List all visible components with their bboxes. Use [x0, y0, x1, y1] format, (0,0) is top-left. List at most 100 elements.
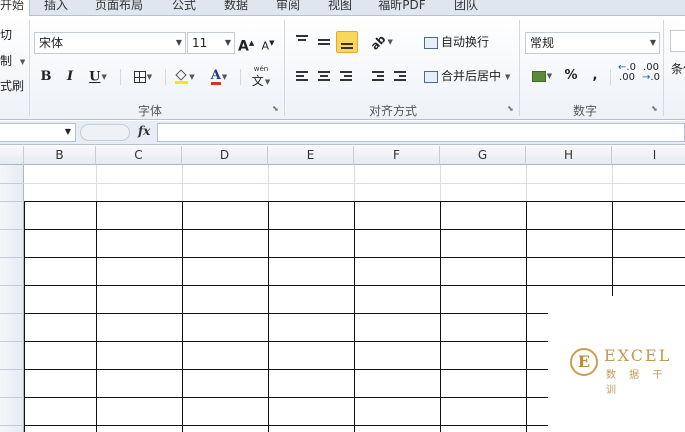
borders-icon	[133, 71, 146, 83]
insert-function-icon[interactable]: fx	[138, 124, 150, 138]
wrap-text-icon	[424, 36, 438, 49]
italic-button[interactable]: I	[62, 66, 78, 88]
cut-button[interactable]: 切	[0, 26, 12, 43]
gridline	[526, 165, 527, 201]
shrink-font-button[interactable]: A▼	[260, 32, 276, 54]
accounting-format-button[interactable]: ▼	[528, 65, 556, 87]
ribbon-tab-bar: 开始 插入 页面布局 公式 数据 审阅 视图 福昕PDF 团队	[0, 0, 685, 17]
chevron-down-icon[interactable]: ▼	[101, 73, 106, 81]
font-color-icon: A	[210, 67, 221, 85]
group-separator	[663, 20, 664, 116]
align-center-button[interactable]	[314, 65, 334, 87]
align-middle-button[interactable]	[314, 31, 334, 53]
select-all-corner[interactable]	[0, 146, 24, 165]
chevron-down-icon[interactable]: ▼	[65, 127, 71, 136]
row-header-column[interactable]	[0, 165, 24, 432]
phonetic-icon: wén	[253, 65, 269, 73]
tab-view[interactable]: 视图	[318, 0, 362, 16]
ribbon: 切 制 ▼ 式刷 宋体 ▼ 11 ▼ A▲ A▼ B I U▼ ▼ ▼ A▼ w…	[0, 16, 685, 120]
column-header-h[interactable]: H	[526, 146, 612, 165]
percent-style-button[interactable]: %	[562, 65, 580, 87]
formula-bar-controls	[80, 124, 130, 141]
increase-indent-button[interactable]	[390, 65, 410, 87]
chevron-down-icon[interactable]: ▼	[225, 33, 231, 53]
conditional-formatting-button[interactable]: 条件	[671, 58, 685, 80]
chevron-down-icon[interactable]: ▼	[147, 73, 152, 81]
align-bottom-icon	[341, 41, 353, 51]
copy-button[interactable]: 制 ▼	[0, 52, 25, 69]
number-format-value: 常规	[530, 36, 555, 50]
row-header-divider	[0, 341, 24, 342]
tab-review[interactable]: 审阅	[268, 0, 308, 16]
merge-center-icon	[424, 70, 438, 83]
group-separator	[29, 20, 30, 116]
row-header-divider	[0, 369, 24, 370]
column-header-b[interactable]: B	[24, 146, 96, 165]
column-header-e[interactable]: E	[268, 146, 354, 165]
style-gallery-edge[interactable]	[670, 30, 685, 52]
formula-bar: ▼ fx	[0, 121, 685, 145]
column-header-d[interactable]: D	[182, 146, 268, 165]
phonetic-guide-button[interactable]: wén 文▼	[246, 64, 276, 90]
chevron-down-icon[interactable]: ▼	[20, 58, 25, 66]
increase-decimal-button[interactable]: ←.0 .00	[616, 63, 638, 91]
chevron-down-icon[interactable]: ▼	[176, 33, 182, 53]
tab-page-layout[interactable]: 页面布局	[86, 0, 152, 16]
number-format-combo[interactable]: 常规 ▼	[525, 32, 660, 54]
fill-color-button[interactable]: ▼	[170, 66, 200, 88]
table-border	[182, 201, 183, 432]
borders-button[interactable]: ▼	[128, 66, 158, 88]
tab-data[interactable]: 数据	[216, 0, 256, 16]
excel-training-watermark: E EXCEL 数 据 干 训	[548, 296, 685, 432]
chevron-down-icon[interactable]: ▼	[505, 73, 510, 81]
font-size-combo[interactable]: 11 ▼	[187, 32, 235, 54]
divider	[120, 69, 121, 85]
chevron-down-icon[interactable]: ▼	[222, 73, 227, 81]
watermark-title: EXCEL	[604, 346, 672, 365]
align-bottom-button[interactable]	[336, 31, 358, 53]
decrease-indent-button[interactable]	[368, 65, 388, 87]
grow-font-button[interactable]: A▲	[238, 32, 254, 55]
name-box[interactable]: ▼	[0, 123, 76, 142]
font-group-label: 字体	[137, 104, 162, 118]
tab-home[interactable]: 开始	[0, 0, 30, 17]
align-center-icon	[318, 69, 330, 83]
align-right-button[interactable]	[336, 65, 356, 87]
table-border	[354, 201, 355, 432]
dialog-launcher-icon[interactable]: ⬊	[651, 105, 659, 113]
copy-label: 制	[0, 54, 13, 68]
tab-foxit-pdf[interactable]: 福昕PDF	[370, 0, 434, 16]
tab-insert[interactable]: 插入	[34, 0, 78, 16]
dialog-launcher-icon[interactable]: ⬊	[272, 105, 280, 113]
comma-style-button[interactable]: ,	[586, 65, 604, 87]
bold-button[interactable]: B	[38, 66, 54, 88]
formula-input[interactable]	[157, 123, 685, 142]
dialog-launcher-icon[interactable]: ⬊	[507, 105, 515, 113]
column-header-i[interactable]: I	[612, 146, 685, 165]
row-header-divider	[0, 285, 24, 286]
merge-center-button[interactable]: 合并后居中 ▼	[424, 65, 510, 87]
tab-formulas[interactable]: 公式	[164, 0, 204, 16]
wrap-text-button[interactable]: 自动换行	[424, 31, 489, 53]
row-header-divider	[0, 425, 24, 426]
decrease-decimal-button[interactable]: .00 →.0	[640, 63, 662, 91]
align-top-button[interactable]	[292, 31, 312, 53]
font-name-combo[interactable]: 宋体 ▼	[34, 32, 186, 54]
row-header-divider	[0, 257, 24, 258]
chevron-down-icon[interactable]: ▼	[265, 78, 270, 86]
column-header-g[interactable]: G	[440, 146, 526, 165]
column-header-c[interactable]: C	[96, 146, 182, 165]
orientation-button[interactable]: ab▼	[368, 31, 396, 53]
chevron-down-icon[interactable]: ▼	[650, 33, 656, 53]
underline-button[interactable]: U▼	[84, 66, 112, 88]
tab-team[interactable]: 团队	[444, 0, 488, 16]
format-painter-button[interactable]: 式刷	[0, 77, 24, 94]
align-left-button[interactable]	[292, 65, 312, 87]
paint-bucket-icon	[175, 69, 189, 84]
chevron-down-icon[interactable]: ▼	[547, 72, 552, 80]
shrink-font-icon: A	[261, 39, 270, 53]
alignment-group-label: 对齐方式	[368, 104, 417, 118]
column-header-f[interactable]: F	[354, 146, 440, 165]
font-color-button[interactable]: A▼	[204, 66, 234, 88]
chevron-down-icon[interactable]: ▼	[189, 73, 194, 81]
